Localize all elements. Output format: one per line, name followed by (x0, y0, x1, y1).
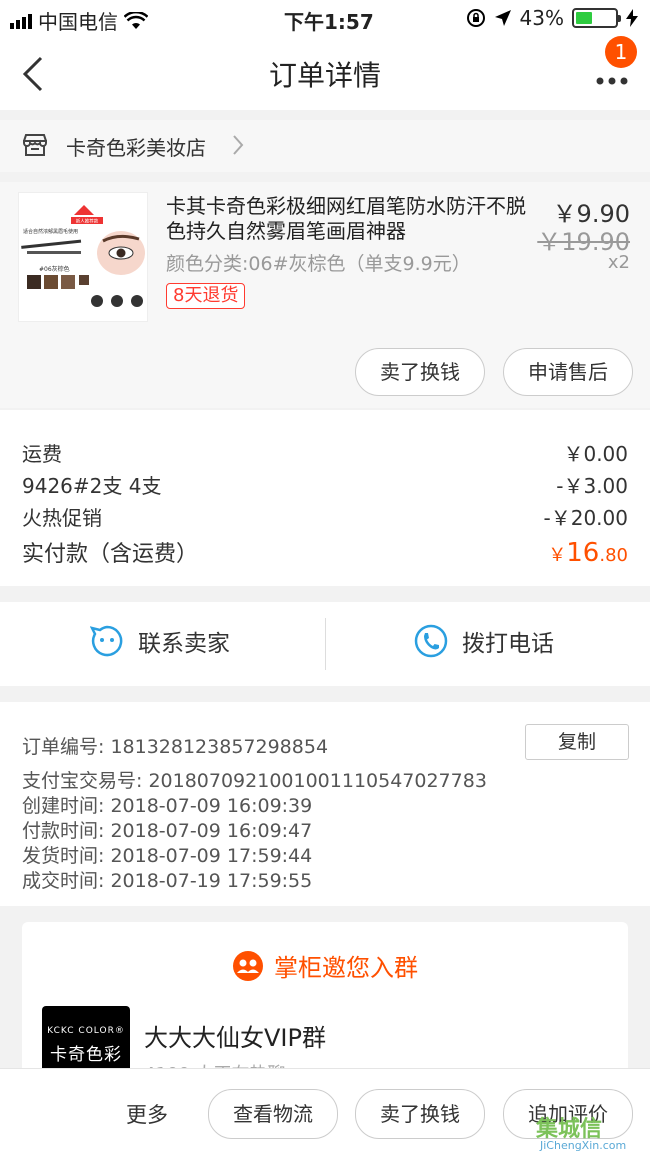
fee-value: ￥0.00 (563, 442, 628, 466)
alipay-number: 支付宝交易号: 2018070921001001110547027783 (22, 770, 487, 792)
product-thumbnail[interactable]: 新人推荐款 适合自然浓郁黑眉毛使用 #06灰棕色 (18, 192, 148, 322)
contact-seller-button[interactable]: 联系卖家 (90, 624, 230, 658)
battery-level (576, 12, 593, 24)
carrier-info: 中国电信 (10, 6, 148, 35)
shop-row[interactable]: 卡奇色彩美妆店 (0, 120, 650, 172)
wifi-icon (124, 11, 148, 29)
group-invite-card[interactable]: 掌柜邀您入群 KCKC COLOR® 卡奇色彩 大大大仙女VIP群 4100 人… (22, 922, 628, 1085)
call-phone-button[interactable]: 拨打电话 (414, 624, 554, 658)
order-info: 订单编号: 181328123857298854 复制 支付宝交易号: 2018… (0, 702, 650, 906)
fee-label: 9426#2支 4支 (22, 474, 162, 498)
fee-value: -￥20.00 (543, 506, 628, 530)
call-phone-label: 拨打电话 (462, 631, 554, 657)
bottom-action-bar: 更多 查看物流 卖了换钱 追加评价 集城信 JiChengXin.com (0, 1068, 650, 1156)
carrier-name: 中国电信 (38, 10, 118, 34)
notification-badge: 1 (605, 36, 637, 68)
paid-amount: ￥16.80 (548, 538, 628, 568)
more-button[interactable]: 更多 (126, 1099, 168, 1129)
contact-seller-label: 联系卖家 (138, 631, 230, 657)
chat-face-icon (90, 625, 123, 657)
status-bar: 中国电信 下午1:57 43% (0, 0, 650, 36)
completed-time: 成交时间: 2018-07-19 17:59:55 (22, 870, 313, 892)
group-name: 大大大仙女VIP群 (144, 1024, 326, 1052)
group-logo-en: KCKC COLOR® (47, 1026, 125, 1036)
product-card[interactable]: 新人推荐款 适合自然浓郁黑眉毛使用 #06灰棕色 卡其卡奇色彩极细网红眉笔防水防… (0, 182, 650, 408)
charging-icon (626, 9, 638, 27)
shipped-time: 发货时间: 2018-07-09 17:59:44 (22, 845, 313, 867)
sell-for-cash-button[interactable]: 卖了换钱 (355, 1089, 485, 1139)
paid-currency: ￥ (548, 545, 567, 566)
store-icon (23, 134, 47, 156)
chevron-right-icon (233, 135, 244, 155)
return-policy-tag: 8天退货 (166, 283, 246, 309)
created-time: 创建时间: 2018-07-09 16:09:39 (22, 795, 313, 817)
thumb-ribbon-text: 新人推荐款 (76, 218, 99, 225)
thumb-banner-text: 适合自然浓郁黑眉毛使用 (23, 228, 78, 235)
shop-name: 卡奇色彩美妆店 (66, 136, 206, 160)
sell-for-cash-button[interactable]: 卖了换钱 (355, 348, 485, 396)
product-title[interactable]: 卡其卡奇色彩极细网红眉笔防水防汗不脱色持久自然雾眉笔画眉神器 (166, 194, 536, 244)
status-right: 43% (466, 6, 638, 30)
phone-icon (414, 624, 448, 658)
group-logo-cn: 卡奇色彩 (50, 1045, 122, 1065)
order-number: 订单编号: 181328123857298854 (22, 736, 329, 758)
battery-icon (572, 8, 621, 28)
battery-percent: 43% (519, 6, 564, 30)
fee-row: 9426#2支 4支 -￥3.00 (22, 470, 628, 499)
paid-integer: 16 (566, 538, 600, 568)
after-sale-button[interactable]: 申请售后 (503, 348, 633, 396)
watermark-url: JiChengXin.com (540, 1139, 627, 1152)
fee-label: 火热促销 (22, 506, 102, 530)
contact-divider (325, 618, 326, 670)
page-title: 订单详情 (268, 59, 381, 92)
product-quantity: x2 (607, 252, 630, 273)
fee-row: 运费 ￥0.00 (22, 438, 628, 467)
paid-label: 实付款（含运费） (22, 542, 199, 567)
group-invite-header: 掌柜邀您入群 (22, 948, 628, 983)
copy-button[interactable]: 复制 (525, 724, 629, 760)
location-icon (494, 10, 511, 26)
paid-decimal: .80 (599, 545, 628, 566)
fee-value: -￥3.00 (556, 474, 628, 498)
nav-bar: 订单详情 1 (0, 36, 650, 110)
fee-row: 火热促销 -￥20.00 (22, 502, 628, 531)
product-sku: 颜色分类:06#灰棕色（单支9.9元） (166, 253, 471, 275)
status-time: 下午1:57 (284, 10, 374, 34)
paid-total-row: 实付款（含运费） ￥16.80 (22, 536, 628, 568)
fee-label: 运费 (22, 442, 62, 466)
view-logistics-button[interactable]: 查看物流 (208, 1089, 338, 1139)
group-invite-title: 掌柜邀您入群 (274, 954, 418, 982)
rotation-lock-icon (466, 9, 485, 27)
fee-summary: 运费 ￥0.00 9426#2支 4支 -￥3.00 火热促销 -￥20.00 … (0, 410, 650, 586)
group-invite-icon (233, 950, 263, 981)
paid-time: 付款时间: 2018-07-09 16:09:47 (22, 820, 313, 842)
contact-bar: 联系卖家 拨打电话 (0, 602, 650, 686)
signal-icon (10, 13, 32, 29)
thumb-shade-text: #06灰棕色 (39, 265, 70, 273)
